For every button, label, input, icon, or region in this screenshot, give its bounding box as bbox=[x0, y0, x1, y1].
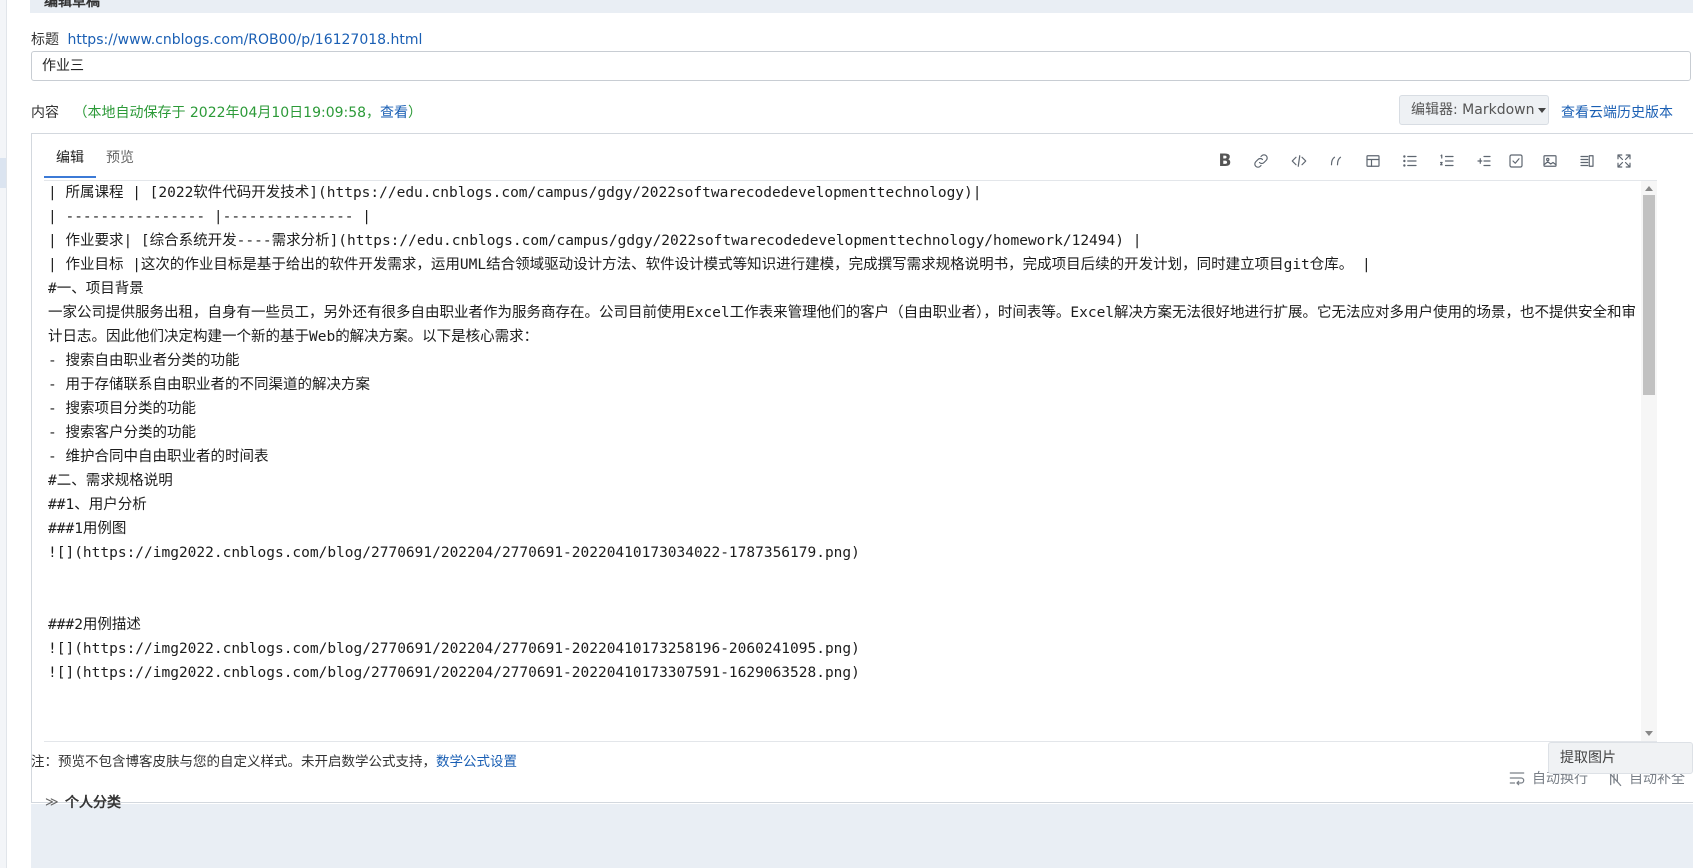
editor-line: - 维护合同中自由职业者的时间表 bbox=[48, 449, 269, 465]
editor-type-label: 编辑器: Markdown bbox=[1411, 102, 1535, 118]
editor-line: ![](https://img2022.cnblogs.com/blog/277… bbox=[48, 665, 860, 681]
code-icon[interactable] bbox=[1286, 148, 1312, 174]
category-section-header[interactable]: ≫ 个人分类 bbox=[31, 795, 1693, 868]
editor-line: - 搜索项目分类的功能 bbox=[48, 401, 196, 417]
ordered-list-icon[interactable] bbox=[1434, 148, 1460, 174]
note-text: 注：预览不包含博客皮肤与您的自定义样式。未开启数学公式支持， bbox=[31, 754, 436, 770]
split-view-icon[interactable] bbox=[1574, 148, 1600, 174]
wrap-icon bbox=[1509, 772, 1525, 786]
editor-line: ##1、用户分析 bbox=[48, 497, 147, 513]
autosave-suffix: ） bbox=[408, 105, 423, 121]
editor-line: - 用于存储联系自由职业者的不同渠道的解决方案 bbox=[48, 377, 370, 393]
math-settings-link[interactable]: 数学公式设置 bbox=[436, 754, 517, 770]
fullscreen-icon[interactable] bbox=[1611, 148, 1637, 174]
scroll-down-icon[interactable] bbox=[1645, 731, 1653, 736]
editor-line: | 所属课程 | [2022软件代码开发技术](https://edu.cnbl… bbox=[48, 185, 982, 201]
editor-line: ![](https://img2022.cnblogs.com/blog/277… bbox=[48, 545, 860, 561]
editor-line: ###2用例描述 bbox=[48, 617, 141, 633]
post-url-link[interactable]: https://www.cnblogs.com/ROB00/p/16127018… bbox=[67, 32, 422, 48]
content-label: 内容 bbox=[31, 105, 59, 121]
editor-line: #二、需求规格说明 bbox=[48, 473, 173, 489]
preview-note: 注：预览不包含博客皮肤与您的自定义样式。未开启数学公式支持，数学公式设置 bbox=[31, 750, 517, 770]
editor-textarea[interactable]: | 所属课程 | [2022软件代码开发技术](https://edu.cnbl… bbox=[44, 180, 1657, 742]
markdown-editor: 编辑 预览 B | 所属课程 | [2022软件代码开发技术](https://… bbox=[31, 133, 1693, 803]
title-row: 标题 https://www.cnblogs.com/ROB00/p/16127… bbox=[31, 29, 422, 49]
autosave-status: （本地自动保存于 2022年04月10日19:09:58，查看） bbox=[73, 105, 422, 121]
editor-line: | 作业目标 |这次的作业目标是基于给出的软件开发需求，运用UML结合领域驱动设… bbox=[48, 257, 1371, 273]
autosave-view-link[interactable]: 查看 bbox=[380, 105, 408, 121]
left-edge-marker bbox=[0, 158, 6, 188]
editor-line: - 搜索客户分类的功能 bbox=[48, 425, 196, 441]
tab-preview[interactable]: 预览 bbox=[106, 146, 134, 176]
chevron-down-icon bbox=[1538, 107, 1547, 113]
image-icon[interactable] bbox=[1537, 148, 1563, 174]
content-row: 内容 （本地自动保存于 2022年04月10日19:09:58，查看） bbox=[31, 102, 422, 122]
quote-icon[interactable] bbox=[1323, 148, 1349, 174]
editor-line: | ---------------- |--------------- | bbox=[48, 209, 372, 225]
chevron-double-down-icon: ≫ bbox=[45, 795, 59, 810]
cloud-history-link[interactable]: 查看云端历史版本 bbox=[1561, 102, 1673, 122]
editor-line: 一家公司提供服务出租，自身有一些员工，另外还有很多自由职业者作为服务商存在。公司… bbox=[48, 305, 1637, 345]
draft-section-header: 编辑草稿 bbox=[30, 0, 1693, 13]
checkbox-icon[interactable] bbox=[1503, 148, 1529, 174]
link-icon[interactable] bbox=[1248, 148, 1274, 174]
tab-edit[interactable]: 编辑 bbox=[44, 146, 96, 178]
bold-icon[interactable]: B bbox=[1212, 148, 1238, 174]
draft-section-title: 编辑草稿 bbox=[44, 0, 100, 10]
editor-line: ![](https://img2022.cnblogs.com/blog/277… bbox=[48, 641, 860, 657]
editor-line: | 作业要求| [综合系统开发----需求分析](https://edu.cnb… bbox=[48, 233, 1142, 249]
editor-scrollbar[interactable] bbox=[1641, 181, 1657, 741]
editor-line: - 搜索自由职业者分类的功能 bbox=[48, 353, 240, 369]
editor-line: #一、项目背景 bbox=[48, 281, 144, 297]
extract-images-button[interactable]: 提取图片 bbox=[1548, 742, 1693, 774]
scrollbar-thumb[interactable] bbox=[1643, 195, 1655, 395]
scroll-up-icon[interactable] bbox=[1645, 186, 1653, 191]
editor-line: ###1用例图 bbox=[48, 521, 127, 537]
title-label: 标题 bbox=[31, 32, 59, 48]
table-icon[interactable] bbox=[1360, 148, 1386, 174]
unordered-list-icon[interactable] bbox=[1397, 148, 1423, 174]
indent-icon[interactable] bbox=[1471, 148, 1497, 174]
left-edge-panel bbox=[0, 0, 7, 868]
category-section-title: 个人分类 bbox=[65, 795, 121, 811]
title-input[interactable]: 作业三 bbox=[31, 51, 1691, 81]
editor-type-select[interactable]: 编辑器: Markdown bbox=[1399, 95, 1549, 125]
autosave-text: （本地自动保存于 2022年04月10日19:09:58， bbox=[73, 105, 381, 121]
